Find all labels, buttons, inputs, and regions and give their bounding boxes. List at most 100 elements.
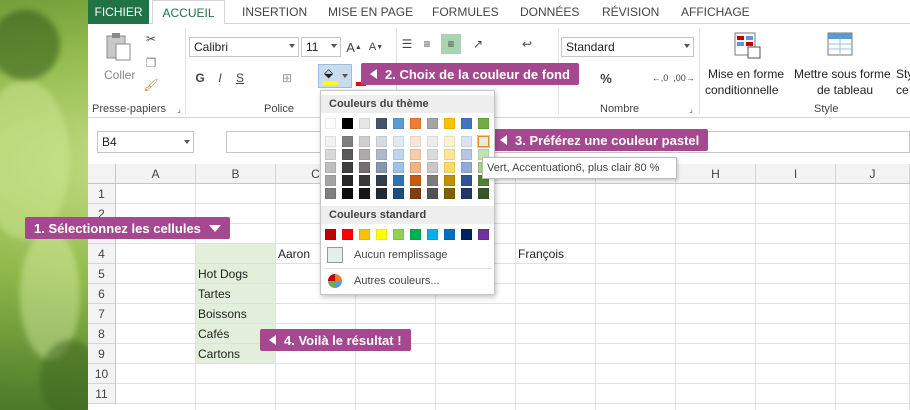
theme-color-swatch[interactable] [376,136,387,147]
row-header-4[interactable]: 4 [88,244,116,264]
align-bottom-icon[interactable]: ≡ [441,34,461,54]
theme-color-swatch[interactable] [410,188,421,199]
tab-formules[interactable]: FORMULES [432,0,499,24]
cell-c4[interactable]: Aaron [278,244,310,264]
theme-color-swatch[interactable] [444,149,455,160]
theme-color-swatch[interactable] [325,118,336,129]
theme-color-swatch[interactable] [461,149,472,160]
paste-button[interactable]: Coller [100,30,136,90]
theme-color-swatch[interactable] [393,118,404,129]
wrap-text-icon[interactable]: ↩ [518,36,536,52]
theme-color-swatch[interactable] [410,149,421,160]
format-painter-icon[interactable]: 🖌 [142,76,160,94]
theme-color-swatch[interactable] [427,136,438,147]
theme-color-swatch[interactable] [461,118,472,129]
theme-color-swatch[interactable] [427,118,438,129]
cell-styles-button[interactable]: Sty ce [896,30,910,100]
theme-color-swatch[interactable] [444,188,455,199]
conditional-format-button[interactable]: Mise en forme conditionnelle [704,30,792,100]
theme-color-swatch[interactable] [376,175,387,186]
tab-donnees[interactable]: DONNÉES [520,0,579,24]
theme-color-swatch[interactable] [427,162,438,173]
percent-button[interactable]: % [598,69,614,87]
more-colors-option[interactable]: Autres couleurs... [325,272,492,290]
dialog-launcher-icon[interactable]: ⌟ [686,104,696,114]
standard-color-swatch[interactable] [393,229,404,240]
orientation-icon[interactable]: ↗ [468,36,488,52]
standard-color-swatch[interactable] [461,229,472,240]
tab-insertion[interactable]: INSERTION [242,0,307,24]
theme-color-swatch[interactable] [444,136,455,147]
column-header-j[interactable]: J [836,164,910,184]
theme-color-swatch[interactable] [376,149,387,160]
theme-color-swatch[interactable] [342,118,353,129]
theme-color-swatch[interactable] [342,149,353,160]
standard-color-swatch[interactable] [376,229,387,240]
font-size-select[interactable]: 11 [301,37,341,57]
theme-color-swatch[interactable] [444,118,455,129]
column-header-b[interactable]: B [196,164,276,184]
row-header-6[interactable]: 6 [88,284,116,304]
align-top-icon[interactable]: ☰ [399,36,415,52]
theme-color-swatch[interactable] [410,136,421,147]
theme-color-swatch[interactable] [342,136,353,147]
theme-color-swatch[interactable] [393,162,404,173]
theme-color-swatch[interactable] [359,136,370,147]
dialog-launcher-icon[interactable]: ⌟ [174,104,184,114]
decrease-decimal-icon[interactable]: ,00→ [673,69,695,87]
theme-color-swatch[interactable] [359,118,370,129]
row-header-8[interactable]: 8 [88,324,116,344]
cell-b5[interactable]: Hot Dogs [198,264,248,284]
theme-color-swatch[interactable] [444,162,455,173]
cell-b7[interactable]: Boissons [198,304,247,324]
copy-icon[interactable]: ❐ [142,54,160,72]
column-header-h[interactable]: H [676,164,756,184]
row-header-11[interactable]: 11 [88,384,116,404]
theme-color-swatch[interactable] [325,188,336,199]
theme-color-swatch[interactable] [461,188,472,199]
standard-color-swatch[interactable] [444,229,455,240]
cell-b9[interactable]: Cartons [198,344,240,364]
number-format-select[interactable]: Standard [561,37,694,57]
cell-f4[interactable]: François [518,244,564,264]
theme-color-swatch[interactable] [359,162,370,173]
theme-color-swatch[interactable] [393,175,404,186]
row-header-9[interactable]: 9 [88,344,116,364]
theme-color-swatch[interactable] [359,188,370,199]
tab-accueil[interactable]: ACCUEIL [152,0,225,25]
theme-color-swatch[interactable] [410,162,421,173]
theme-color-swatch[interactable] [342,188,353,199]
standard-color-swatch[interactable] [325,229,336,240]
column-header-i[interactable]: I [756,164,836,184]
theme-color-swatch[interactable] [342,175,353,186]
row-header-7[interactable]: 7 [88,304,116,324]
theme-color-swatch[interactable] [444,175,455,186]
tab-fichier[interactable]: FICHIER [88,0,149,24]
decrease-font-icon[interactable]: A ▼ [368,39,384,55]
theme-color-swatch[interactable] [376,162,387,173]
tab-revision[interactable]: RÉVISION [602,0,659,24]
fill-color-button[interactable]: ⬙ [318,64,352,88]
no-fill-option[interactable]: Aucun remplissage [325,246,492,264]
standard-color-swatch[interactable] [410,229,421,240]
format-table-button[interactable]: Mettre sous forme de tableau [791,30,893,100]
theme-color-swatch[interactable] [342,162,353,173]
theme-color-swatch[interactable] [359,149,370,160]
theme-color-swatch[interactable] [393,149,404,160]
row-header-10[interactable]: 10 [88,364,116,384]
theme-color-swatch[interactable] [325,162,336,173]
tab-mise-en-page[interactable]: MISE EN PAGE [328,0,413,24]
increase-decimal-icon[interactable]: ←,0 [650,69,670,87]
theme-color-swatch[interactable] [325,136,336,147]
tab-affichage[interactable]: AFFICHAGE [681,0,750,24]
theme-color-swatch[interactable] [376,118,387,129]
theme-color-swatch[interactable] [478,118,489,129]
theme-color-swatch[interactable] [393,188,404,199]
select-all-corner[interactable] [88,164,116,184]
theme-color-swatch[interactable] [359,175,370,186]
borders-icon[interactable]: ⊞ [278,69,296,87]
theme-color-swatch[interactable] [461,175,472,186]
increase-font-icon[interactable]: A ▲ [346,39,362,55]
theme-color-swatch[interactable] [461,162,472,173]
italic-button[interactable]: I [212,69,228,87]
